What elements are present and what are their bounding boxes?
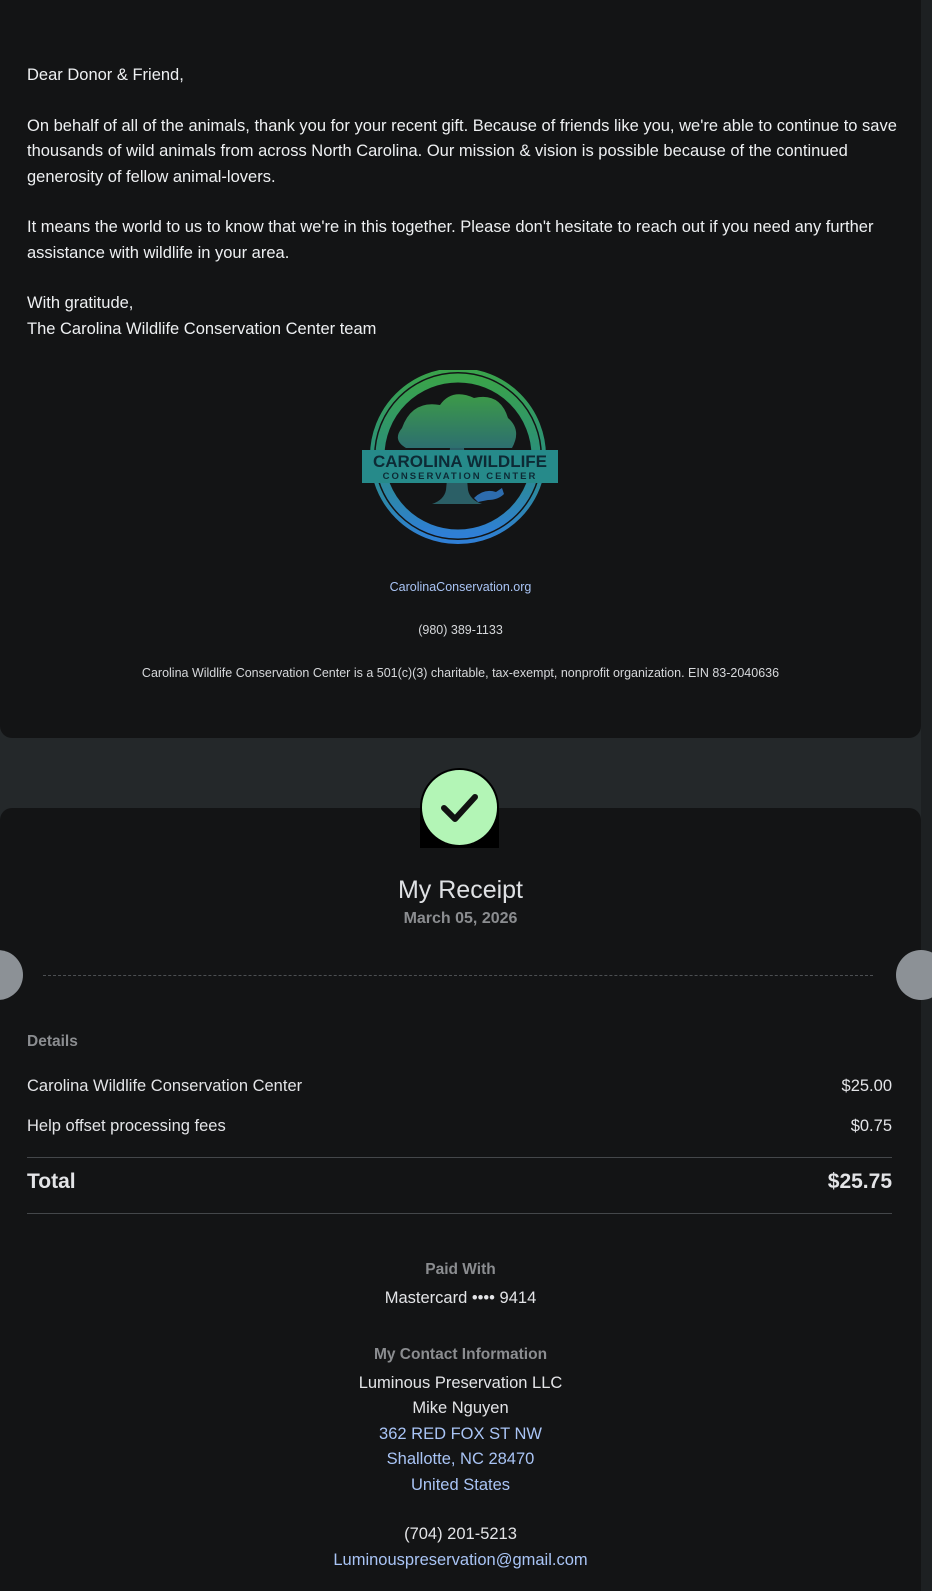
contact-name: Mike Nguyen bbox=[412, 1399, 509, 1417]
thank-you-card: Dear Donor & Friend, On behalf of all of… bbox=[0, 0, 921, 738]
total-row: Total $25.75 bbox=[27, 1170, 892, 1194]
line-item: Carolina Wildlife Conservation Center $2… bbox=[27, 1077, 892, 1096]
letter-signature: The Carolina Wildlife Conservation Cente… bbox=[27, 319, 377, 338]
payment-method: Mastercard •••• 9414 bbox=[384, 1289, 537, 1307]
details-label: Details bbox=[27, 1033, 78, 1050]
contact-email-link[interactable]: Luminouspreservation@gmail.com bbox=[0, 1551, 921, 1570]
org-website-link[interactable]: CarolinaConservation.org bbox=[0, 580, 921, 594]
ticket-divider bbox=[43, 975, 873, 976]
receipt-date: March 05, 2026 bbox=[403, 910, 518, 927]
status-badge bbox=[420, 768, 499, 848]
letter-closing: With gratitude, bbox=[27, 294, 134, 312]
contact-info-label: My Contact Information bbox=[373, 1346, 548, 1363]
contact-city-link[interactable]: Shallotte, NC 28470 bbox=[0, 1450, 921, 1469]
divider bbox=[27, 1213, 892, 1214]
line-item-label: Carolina Wildlife Conservation Center bbox=[27, 1077, 303, 1095]
divider bbox=[27, 1157, 892, 1158]
contact-street-link[interactable]: 362 RED FOX ST NW bbox=[0, 1425, 921, 1444]
line-item-amount: $25.00 bbox=[841, 1077, 892, 1095]
line-item-label: Help offset processing fees bbox=[27, 1117, 226, 1135]
org-phone: (980) 389-1133 bbox=[418, 623, 503, 637]
receipt-title: My Receipt bbox=[397, 876, 524, 904]
line-item: Help offset processing fees $0.75 bbox=[27, 1117, 892, 1136]
letter-paragraph-1: On behalf of all of the animals, thank y… bbox=[27, 116, 897, 186]
org-legal-text: Carolina Wildlife Conservation Center is… bbox=[141, 666, 780, 680]
logo-text-1: CAROLINA WILDLIFE bbox=[373, 452, 547, 471]
letter-paragraph-2: It means the world to us to know that we… bbox=[27, 218, 874, 262]
checkmark-icon bbox=[422, 770, 497, 845]
contact-country-link[interactable]: United States bbox=[0, 1476, 921, 1495]
org-logo: CAROLINA WILDLIFE CONSERVATION CENTER bbox=[362, 370, 558, 544]
logo-text-2: CONSERVATION CENTER bbox=[383, 471, 538, 482]
line-item-amount: $0.75 bbox=[850, 1117, 892, 1135]
total-amount: $25.75 bbox=[827, 1170, 892, 1193]
total-label: Total bbox=[27, 1170, 76, 1193]
contact-company: Luminous Preservation LLC bbox=[358, 1374, 563, 1392]
contact-phone: (704) 201-5213 bbox=[404, 1525, 517, 1543]
thank-you-letter: Dear Donor & Friend, On behalf of all of… bbox=[27, 63, 897, 342]
letter-greeting: Dear Donor & Friend, bbox=[27, 66, 184, 84]
scroll-track[interactable] bbox=[921, 0, 932, 1591]
paid-with-label: Paid With bbox=[425, 1261, 496, 1278]
